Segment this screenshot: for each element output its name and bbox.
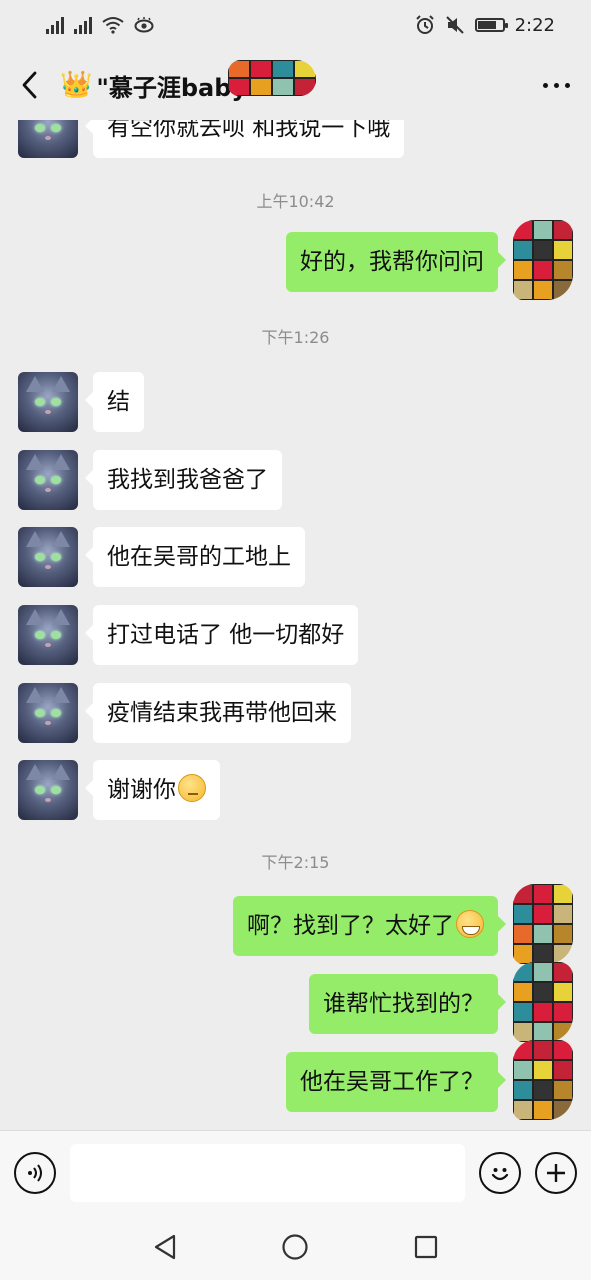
contact-avatar[interactable] [18,683,78,743]
my-avatar[interactable] [513,220,573,300]
message-row: 打过电话了 他一切都好 [18,605,359,665]
chat-area[interactable]: 有空你就去呗 和我说一下哦 上午10:42 好的，我帮你问问 下午1:26 结 … [0,120,591,1130]
more-icon-dot [564,82,570,88]
received-message[interactable]: 结 [85,372,144,432]
alarm-icon [415,15,434,34]
sent-message[interactable]: 啊？找到了？太好了 [233,896,506,956]
wifi-icon [102,17,124,34]
home-circle-icon [282,1234,309,1260]
my-avatar[interactable] [513,962,573,1042]
back-triangle-icon [155,1234,176,1260]
sent-message[interactable]: 他在吴哥工作了？ [286,1052,506,1112]
received-message[interactable]: 打过电话了 他一切都好 [84,605,359,665]
more-button[interactable] [521,50,591,120]
contact-avatar[interactable] [18,450,78,510]
contact-avatar[interactable] [18,120,78,158]
voice-button[interactable] [14,1151,56,1194]
message-input[interactable] [70,1143,465,1202]
contact-avatar[interactable] [18,372,78,432]
grin-emoji [456,910,484,938]
nav-recents-button[interactable] [406,1227,446,1267]
emoji-button[interactable] [479,1151,521,1194]
message-row: 好的，我帮你问问 [286,220,573,300]
signal-icon [46,16,64,34]
more-icon-dot [553,82,559,88]
status-left [46,16,154,34]
input-bar [0,1130,591,1214]
chat-title-wrap: 👑 "慕子涯baby [60,59,521,103]
status-time: 2:22 [514,14,555,36]
message-row: 他在吴哥工作了？ [286,1040,573,1120]
message-row: 疫情结束我再带他回来 [18,683,351,743]
received-message[interactable]: 他在吴哥的工地上 [85,527,305,587]
signal-icon [74,16,92,34]
sent-message[interactable]: 好的，我帮你问问 [286,232,506,292]
timestamp: 上午10:42 [256,192,335,211]
thinking-emoji [178,774,206,802]
chevron-left-icon [22,71,37,99]
message-text: 谢谢你 [107,777,176,803]
message-row: 我找到我爸爸了 [18,450,282,510]
battery-icon [474,18,508,32]
nav-home-button[interactable] [275,1227,315,1267]
contact-avatar[interactable] [18,605,78,665]
contact-avatar[interactable] [18,760,78,820]
smiley-icon [491,1167,509,1180]
plus-button[interactable] [535,1151,577,1194]
plus-icon [547,1163,565,1182]
status-right: 2:22 [415,15,555,36]
more-icon [542,82,548,88]
status-bar: 2:22 [0,0,591,50]
message-row: 他在吴哥的工地上 [18,527,305,587]
recents-square-icon [414,1235,437,1259]
contact-avatar[interactable] [18,527,78,587]
my-avatar[interactable] [513,884,573,964]
sent-message[interactable]: 谁帮忙找到的？ [309,974,506,1034]
redaction-mosaic [228,59,316,96]
timestamp: 下午1:26 [261,328,330,347]
timestamp: 下午2:15 [261,853,330,872]
message-row: 谁帮忙找到的？ [309,962,573,1042]
message-row: 结 [18,372,144,432]
message-row: 谢谢你 [18,760,220,820]
message-row: 啊？找到了？太好了 [233,884,573,964]
chat-title: "慕子涯baby [96,73,248,102]
nav-back-button[interactable] [145,1227,185,1267]
received-message[interactable]: 我找到我爸爸了 [85,450,282,510]
mute-icon [445,16,464,34]
chat-header: 👑 "慕子涯baby [0,50,591,120]
voice-icon [28,1163,42,1182]
back-button[interactable] [0,50,60,120]
received-message[interactable]: 有空你就去呗 和我说一下哦 [84,120,405,158]
eye-icon [134,17,154,33]
message-text: 啊？找到了？太好了 [247,913,454,939]
my-avatar[interactable] [513,1040,573,1120]
message-row: 有空你就去呗 和我说一下哦 [18,120,405,158]
crown-emoji: 👑 [60,70,93,100]
received-message[interactable]: 疫情结束我再带他回来 [85,683,351,743]
received-message[interactable]: 谢谢你 [85,760,220,820]
system-nav-bar [0,1214,591,1280]
